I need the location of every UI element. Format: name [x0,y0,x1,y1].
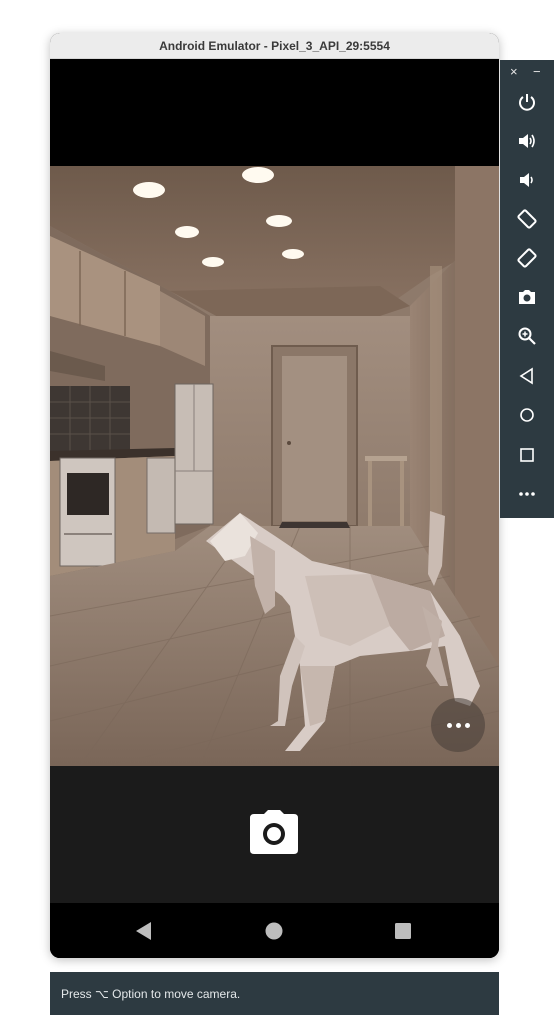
ar-scene-image [50,166,499,766]
more-dot [464,722,470,728]
back-icon [519,367,533,385]
home-button[interactable] [513,401,541,429]
rotate-right-icon [517,248,537,268]
window-titlebar[interactable]: Android Emulator - Pixel_3_API_29:5554 [50,33,499,59]
back-button[interactable] [513,362,541,390]
nav-back-button[interactable] [134,921,154,941]
rotate-left-button[interactable] [513,205,541,233]
nav-back-icon [136,922,151,940]
camera-control-bar [50,766,499,903]
emulator-toolbar: × − [500,60,554,518]
rotate-left-icon [517,209,537,229]
emulator-window: Android Emulator - Pixel_3_API_29:5554 [50,33,499,958]
more-dot [455,722,461,728]
window-title: Android Emulator - Pixel_3_API_29:5554 [159,38,390,53]
capture-button[interactable] [250,810,298,854]
screenshot-icon [519,290,535,304]
hint-text: Press ⌥ Option to move camera. [61,986,241,1001]
power-button[interactable] [513,88,541,116]
nav-recent-icon [395,923,411,939]
status-area [50,59,499,166]
more-options-button[interactable] [431,698,485,752]
more-icon [519,492,535,496]
volume-up-button[interactable] [513,127,541,155]
nav-home-icon [265,922,283,940]
volume-up-icon [519,134,535,148]
camera-viewfinder[interactable] [50,166,499,766]
device-screen[interactable] [50,59,499,958]
power-icon [519,94,535,111]
zoom-button[interactable] [513,322,541,350]
close-button[interactable]: × [510,65,518,79]
hint-bar: Press ⌥ Option to move camera. [50,972,499,1015]
more-dot [446,722,452,728]
zoom-icon [518,327,536,345]
camera-icon [250,810,298,854]
more-button[interactable] [513,480,541,508]
volume-down-button[interactable] [513,166,541,194]
minimize-button[interactable]: − [533,65,541,79]
overview-icon [520,448,534,462]
overview-button[interactable] [513,441,541,469]
screenshot-button[interactable] [513,283,541,311]
nav-home-button[interactable] [264,921,284,941]
home-icon [520,408,534,422]
volume-down-icon [520,173,533,187]
rotate-right-button[interactable] [513,244,541,272]
android-nav-bar [50,903,499,958]
nav-recent-button[interactable] [393,921,413,941]
